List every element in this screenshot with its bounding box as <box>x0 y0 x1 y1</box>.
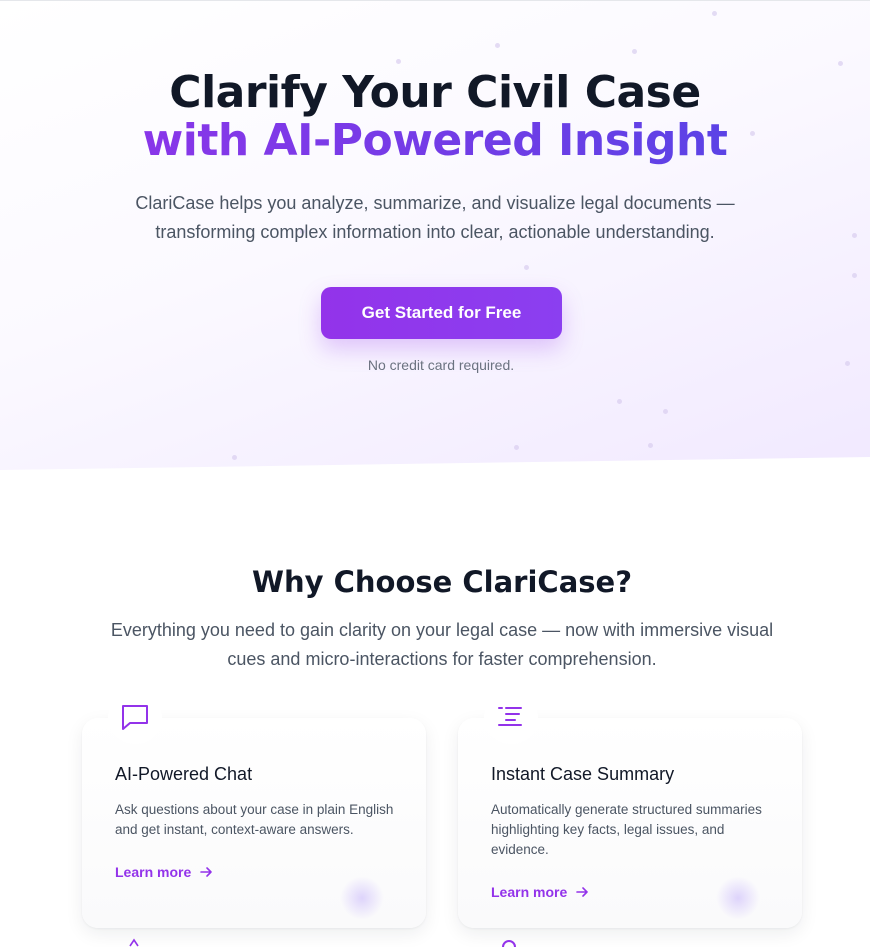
decor-dot <box>617 399 622 404</box>
hero-title-line1: Clarify Your Civil Case <box>169 67 701 118</box>
hero-title: Clarify Your Civil Case with AI-Powered … <box>0 69 870 165</box>
feature-description: Automatically generate structured summar… <box>491 802 762 857</box>
decor-dot <box>232 455 237 460</box>
summary-list-icon-badge <box>484 690 538 744</box>
why-section-subtitle: Everything you need to gain clarity on y… <box>110 620 774 669</box>
decor-dot <box>396 59 401 64</box>
feature-card-chat[interactable]: AI-Powered Chat Ask questions about your… <box>82 718 426 928</box>
decor-dot <box>648 443 653 448</box>
card-glow <box>716 876 760 920</box>
decor-dot <box>852 273 857 278</box>
arrow-right-icon <box>576 887 589 897</box>
feature-title: AI-Powered Chat <box>115 764 253 784</box>
learn-more-label: Learn more <box>491 884 568 900</box>
get-started-button[interactable]: Get Started for Free <box>321 287 562 339</box>
arrow-right-icon <box>200 867 213 877</box>
chat-bubble-icon <box>122 705 148 730</box>
hero-title-line2: with AI-Powered Insight <box>0 117 870 165</box>
why-section-title: Why Choose ClariCase? <box>251 565 633 599</box>
learn-more-link[interactable]: Learn more <box>115 864 213 880</box>
learn-more-label: Learn more <box>115 864 192 880</box>
hero-section: Clarify Your Civil Case with AI-Powered … <box>0 0 870 470</box>
partial-icon <box>129 938 139 947</box>
feature-description: Ask questions about your case in plain E… <box>115 802 394 837</box>
learn-more-link[interactable]: Learn more <box>491 884 589 900</box>
decor-dot <box>838 61 843 66</box>
cta-note: No credit card required. <box>367 357 515 373</box>
decor-dot <box>524 265 529 270</box>
hero-subtitle: ClariCase helps you analyze, summarize, … <box>135 193 735 242</box>
decor-dot <box>852 233 857 238</box>
decor-dot <box>514 445 519 450</box>
decor-dot <box>632 49 637 54</box>
decor-dot <box>495 43 500 48</box>
partial-icon <box>502 940 516 947</box>
feature-title: Instant Case Summary <box>491 764 675 784</box>
feature-card-summary[interactable]: Instant Case Summary Automatically gener… <box>458 718 802 928</box>
summary-list-icon <box>498 707 522 726</box>
decor-dot <box>663 409 668 414</box>
chat-bubble-icon-badge <box>108 690 162 744</box>
card-glow <box>340 876 384 920</box>
decor-dot <box>712 11 717 16</box>
